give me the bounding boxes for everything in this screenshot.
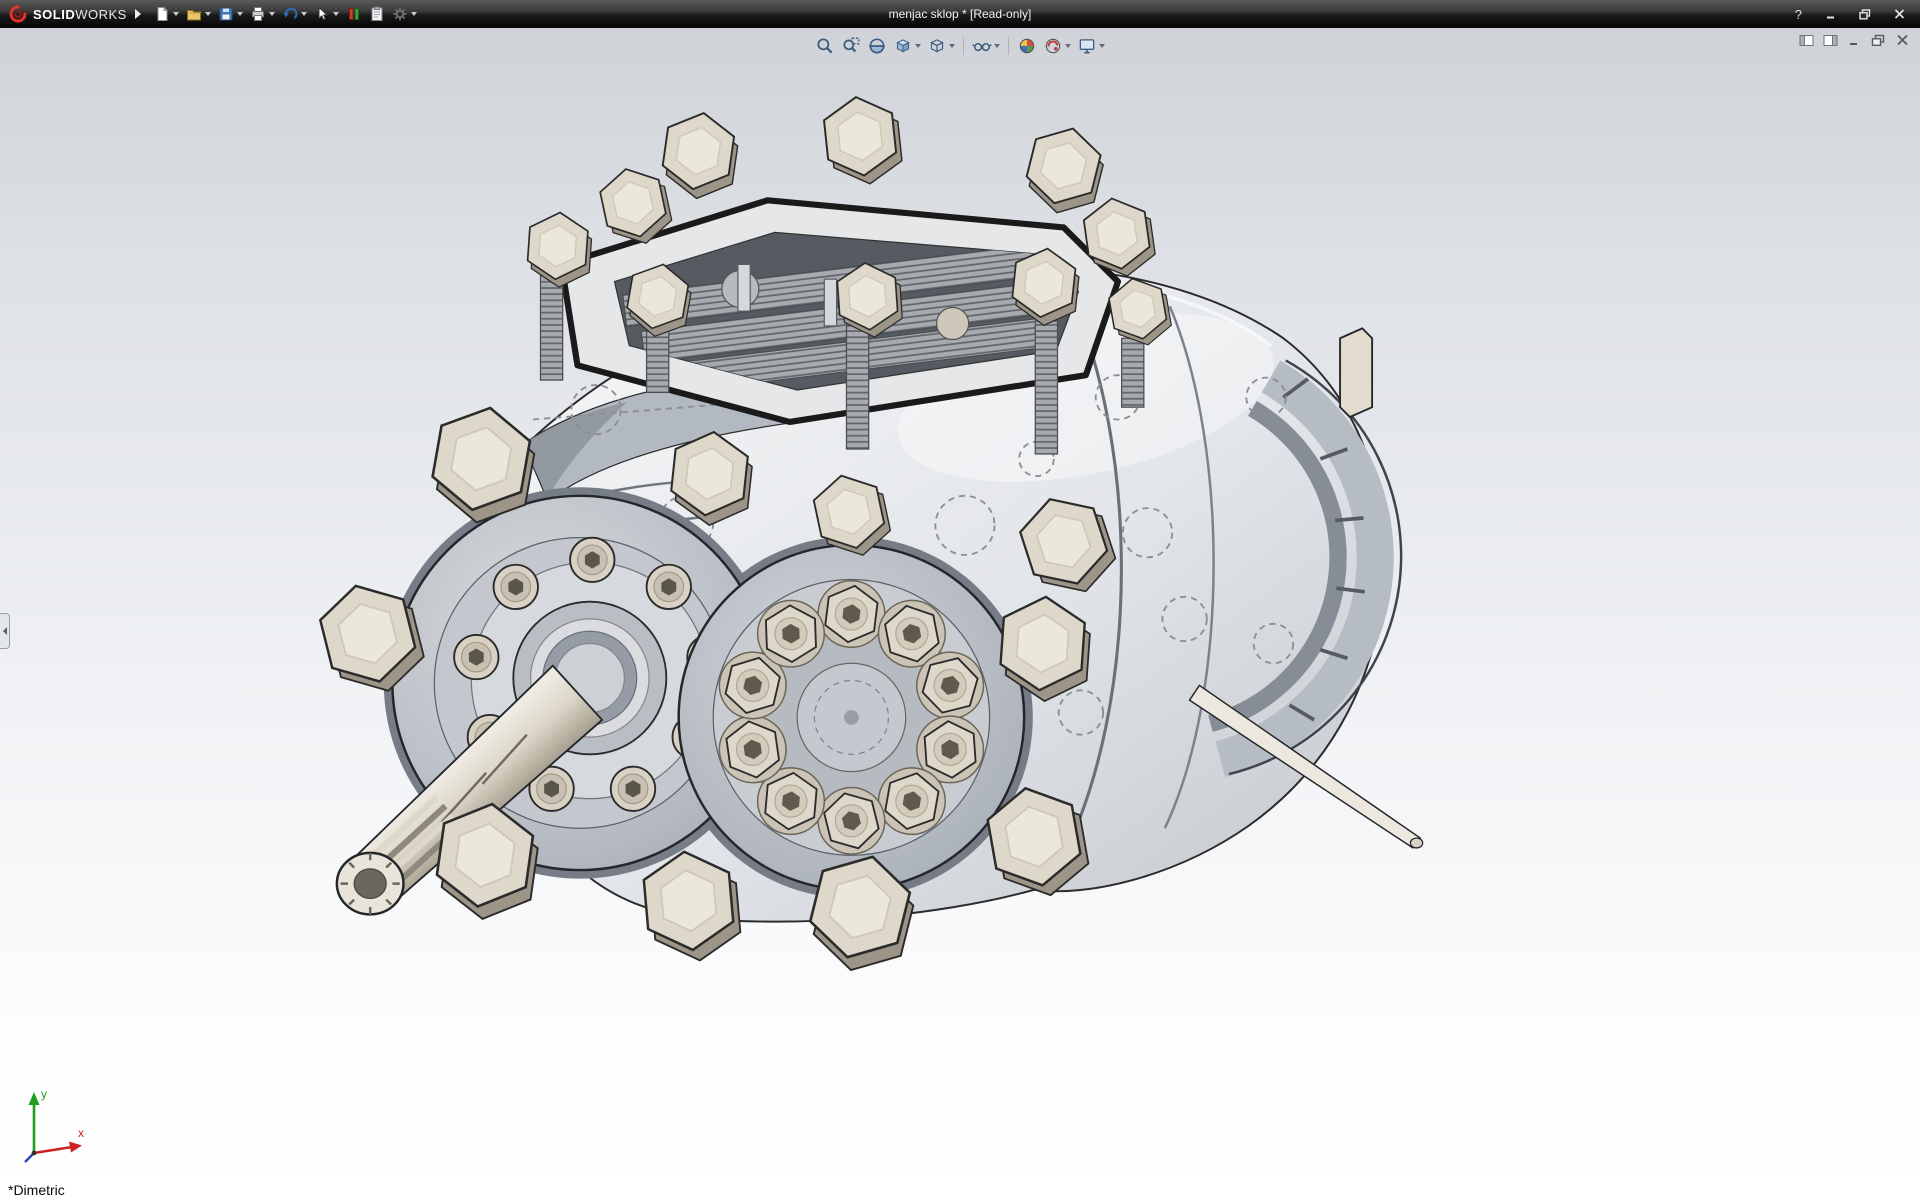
- feature-pane-expand-handle[interactable]: [0, 613, 10, 649]
- save-button[interactable]: [215, 3, 246, 25]
- feature-pane-icon: [1799, 34, 1814, 47]
- y-axis-label: y: [41, 1087, 47, 1101]
- view-orientation-button[interactable]: [891, 34, 923, 58]
- view-settings-monitor-icon: [1077, 36, 1097, 56]
- x-axis-label: x: [78, 1126, 84, 1140]
- open-folder-icon: [186, 6, 202, 22]
- selection-filter-button[interactable]: [343, 3, 365, 25]
- display-style-icon: [927, 36, 947, 56]
- options-gear-icon: [392, 6, 408, 22]
- menu-flyout-arrow-icon[interactable]: [135, 9, 141, 19]
- close-document-button[interactable]: [1892, 32, 1912, 48]
- undo-button[interactable]: [279, 3, 310, 25]
- maximize-button[interactable]: [1850, 5, 1880, 24]
- printer-icon: [250, 6, 266, 22]
- y-axis-arrow: [29, 1092, 40, 1105]
- edit-appearance-ball-icon: [1017, 36, 1037, 56]
- restore-doc-icon: [1871, 34, 1885, 47]
- ds-logo-icon: [8, 4, 28, 24]
- brand-light: WORKS: [75, 7, 127, 22]
- minimize-icon: [1826, 9, 1837, 19]
- view-settings-button[interactable]: [1075, 34, 1107, 58]
- document-window-controls: [1796, 32, 1912, 48]
- apply-scene-icon: [1043, 36, 1063, 56]
- zoom-to-fit-button[interactable]: [813, 34, 837, 58]
- restore-icon: [1859, 9, 1871, 20]
- view-orientation-label: *Dimetric: [8, 1182, 65, 1198]
- feature-pane-toggle-button[interactable]: [1796, 32, 1816, 48]
- right-flange[interactable]: [679, 545, 1025, 890]
- main-toolbar: [151, 3, 420, 25]
- print-button[interactable]: [247, 3, 278, 25]
- hide-show-items-button[interactable]: [970, 34, 1002, 58]
- section-view-icon: [867, 36, 887, 56]
- reference-triad: y x: [16, 1083, 94, 1174]
- display-style-button[interactable]: [925, 34, 957, 58]
- close-doc-icon: [1896, 34, 1909, 46]
- properties-clipboard-icon: [369, 6, 385, 22]
- minimize-document-button[interactable]: [1844, 32, 1864, 48]
- zoom-to-fit-icon: [815, 36, 835, 56]
- apply-scene-button[interactable]: [1041, 34, 1073, 58]
- new-document-button[interactable]: [151, 3, 182, 25]
- hide-show-glasses-icon: [972, 36, 992, 56]
- section-view-button[interactable]: [865, 34, 889, 58]
- window-title: menjac sklop * [Read-only]: [889, 7, 1032, 21]
- brand-bold: SOLID: [33, 7, 75, 22]
- select-button[interactable]: [311, 3, 342, 25]
- graphics-area[interactable]: y x *Dimetric: [0, 28, 1920, 1200]
- solidworks-window: { "titlebar": { "brand_bold": "SOLID", "…: [0, 0, 1920, 1200]
- display-pane-toggle-button[interactable]: [1820, 32, 1840, 48]
- help-button[interactable]: ?: [1795, 7, 1802, 22]
- close-button[interactable]: [1884, 5, 1914, 24]
- close-icon: [1894, 9, 1905, 19]
- toolbar-separator: [1008, 37, 1009, 55]
- new-document-icon: [154, 6, 170, 22]
- open-document-button[interactable]: [183, 3, 214, 25]
- undo-arrow-icon: [282, 6, 298, 22]
- save-icon: [218, 6, 234, 22]
- headsup-view-toolbar: [807, 32, 1113, 60]
- zoom-to-area-icon: [841, 36, 861, 56]
- title-bar[interactable]: SOLIDWORKS: [0, 0, 1920, 28]
- brand-name: SOLIDWORKS: [33, 7, 127, 22]
- options-button[interactable]: [389, 3, 420, 25]
- view-orientation-cube-icon: [893, 36, 913, 56]
- app-logo: SOLIDWORKS: [0, 4, 133, 24]
- minimize-doc-icon: [1848, 34, 1861, 46]
- zoom-to-area-button[interactable]: [839, 34, 863, 58]
- toolbar-separator: [963, 37, 964, 55]
- minimize-button[interactable]: [1816, 5, 1846, 24]
- cursor-arrow-icon: [314, 6, 330, 22]
- file-properties-button[interactable]: [366, 3, 388, 25]
- display-pane-icon: [1823, 34, 1838, 47]
- model-3d-view[interactable]: [0, 28, 1920, 1200]
- restore-document-button[interactable]: [1868, 32, 1888, 48]
- titlebar-right-controls: ?: [1795, 5, 1920, 24]
- selection-filter-icon: [346, 6, 362, 22]
- x-axis-arrow: [69, 1142, 82, 1153]
- edit-appearance-button[interactable]: [1015, 34, 1039, 58]
- chevron-left-icon: [3, 627, 7, 635]
